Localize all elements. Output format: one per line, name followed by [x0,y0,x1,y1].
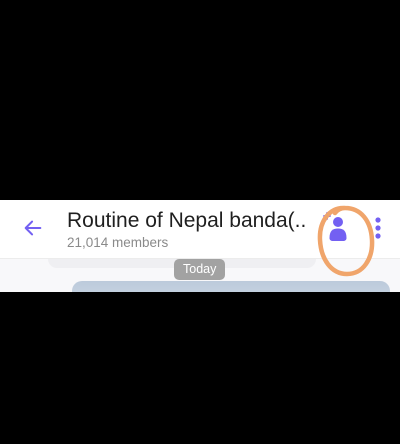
chat-screen: Routine of Nepal banda(... 21,014 member… [0,200,400,292]
arrow-left-icon [24,220,42,236]
more-options-button[interactable] [370,214,386,244]
chat-header: Routine of Nepal banda(... 21,014 member… [0,200,400,258]
message-list[interactable]: Today [0,259,400,292]
date-separator: Today [174,259,226,280]
back-button[interactable] [18,213,48,243]
add-person-icon [323,212,347,241]
member-count: 21,014 members [67,235,169,250]
image-message[interactable] [72,281,390,292]
image-content [72,281,390,292]
add-member-button[interactable] [318,210,354,246]
screenshot-canvas: Routine of Nepal banda(... 21,014 member… [0,0,400,444]
chat-title[interactable]: Routine of Nepal banda(... [67,208,307,234]
more-vertical-icon [375,217,381,239]
